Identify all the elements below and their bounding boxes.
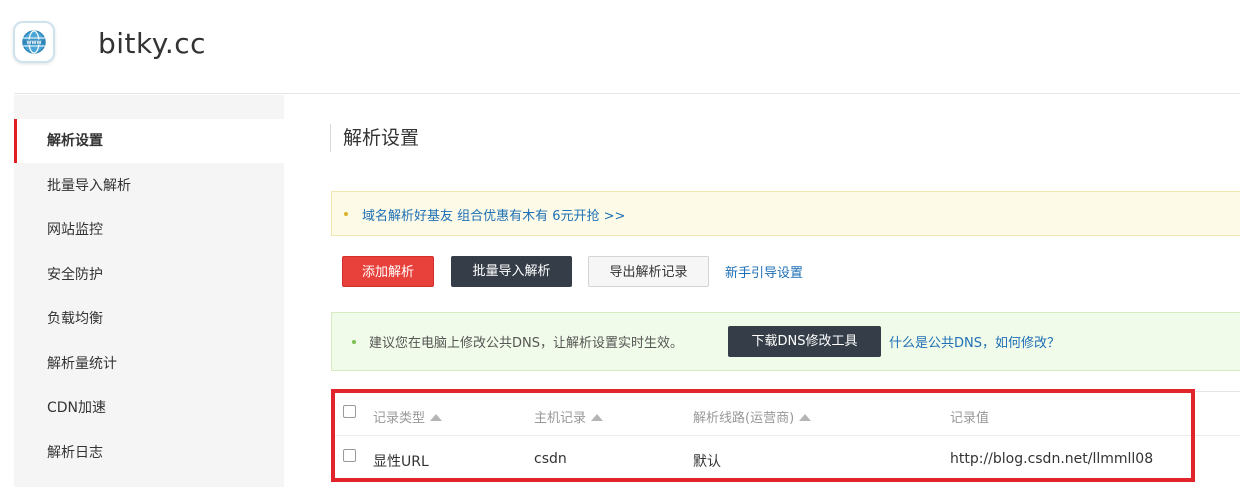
sidebar-item-load-balance[interactable]: 负载均衡 xyxy=(14,297,284,341)
sidebar-item-site-monitor[interactable]: 网站监控 xyxy=(14,208,284,252)
sidebar-item-logs[interactable]: 解析日志 xyxy=(14,431,284,475)
sort-up-icon[interactable] xyxy=(591,414,604,421)
header: WWW bitky.cc xyxy=(0,0,1240,92)
export-records-button[interactable]: 导出解析记录 xyxy=(588,256,709,287)
sidebar: 解析设置 批量导入解析 网站监控 安全防护 负载均衡 解析量统计 CDN加速 解… xyxy=(14,95,284,487)
sidebar-item-batch-import[interactable]: 批量导入解析 xyxy=(14,164,284,208)
sidebar-item-cdn[interactable]: CDN加速 xyxy=(14,386,284,430)
header-divider xyxy=(14,93,1240,94)
promo-link[interactable]: 域名解析好基友 组合优惠有木有 6元开抢 >> xyxy=(362,205,625,224)
sidebar-item-statistics[interactable]: 解析量统计 xyxy=(14,342,284,386)
sidebar-item-security[interactable]: 安全防护 xyxy=(14,253,284,297)
row-checkbox[interactable] xyxy=(343,449,356,462)
cell-line: 默认 xyxy=(693,454,721,470)
dns-tip-text: 建议您在电脑上修改公共DNS，让解析设置实时生效。 xyxy=(369,336,683,351)
sidebar-item-dns-settings[interactable]: 解析设置 xyxy=(14,119,284,163)
promo-banner: 域名解析好基友 组合优惠有木有 6元开抢 >> xyxy=(331,191,1240,236)
guide-settings-link[interactable]: 新手引导设置 xyxy=(725,262,803,281)
column-header-host[interactable]: 主机记录 xyxy=(534,407,604,426)
public-dns-help-link[interactable]: 什么是公共DNS，如何修改？ xyxy=(889,332,1060,351)
add-record-button[interactable]: 添加解析 xyxy=(342,256,434,287)
bullet-dot xyxy=(344,212,348,216)
column-header-value: 记录值 xyxy=(950,411,990,426)
column-header-type[interactable]: 记录类型 xyxy=(373,407,443,426)
cell-record-value: http://blog.csdn.net/llmmll08 xyxy=(950,451,1154,467)
svg-text:WWW: WWW xyxy=(27,40,42,46)
cell-record-type: 显性URL xyxy=(373,454,429,470)
batch-import-button[interactable]: 批量导入解析 xyxy=(451,256,572,287)
records-table xyxy=(331,391,1240,487)
column-header-line[interactable]: 解析线路(运营商) xyxy=(693,407,812,426)
sort-up-icon[interactable] xyxy=(799,414,812,421)
cell-host: csdn xyxy=(534,451,567,467)
sort-up-icon[interactable] xyxy=(430,414,443,421)
download-dns-tool-button[interactable]: 下载DNS修改工具 xyxy=(728,326,881,357)
row-divider xyxy=(331,435,1240,436)
www-globe-icon: WWW xyxy=(13,21,55,63)
select-all-checkbox[interactable] xyxy=(343,405,356,418)
page-title: 解析设置 xyxy=(330,124,419,152)
domain-title: bitky.cc xyxy=(98,27,207,60)
bullet-dot xyxy=(352,340,356,344)
